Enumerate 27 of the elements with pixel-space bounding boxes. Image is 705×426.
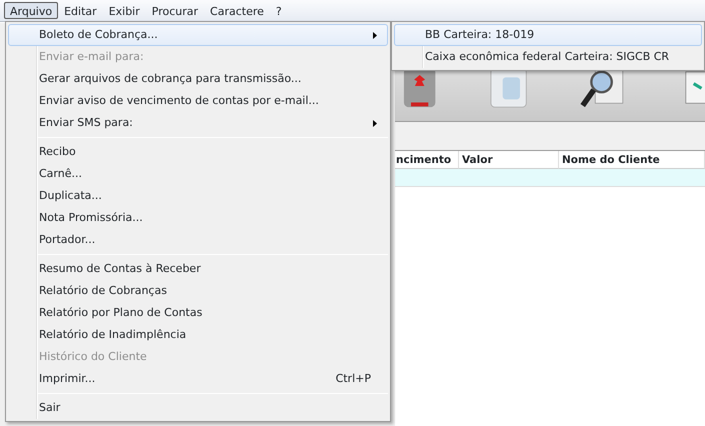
menu-item[interactable]: Relatório de Cobranças [8,280,388,302]
shortcut-label: Ctrl+P [336,370,372,387]
menu-item[interactable]: Imprimir... Ctrl+P [8,368,388,390]
menu-item[interactable]: Sair [8,397,388,419]
menu-bar-item[interactable]: Procurar [146,2,204,19]
menu-item[interactable]: Relatório por Plano de Contas [8,302,388,324]
menu-item[interactable]: Relatório de Inadimplência [8,324,388,346]
menu-item[interactable]: Resumo de Contas à Receber [8,258,388,280]
menu-bar-item[interactable]: Caractere [204,2,270,19]
menu-item[interactable]: Boleto de Cobrança... [8,24,388,46]
column-header[interactable]: Valor [459,151,559,169]
menu-item[interactable]: Nota Promissória... [8,207,388,229]
menu-item[interactable]: Caixa econômica federal Carteira: SIGCB CR [394,46,702,68]
menu-item[interactable]: Enviar SMS para: [8,112,388,134]
menu-item[interactable]: Portador... [8,229,388,251]
menu-item[interactable]: Gerar arquivos de cobrança para transmissão... [8,68,388,90]
column-header[interactable]: ncimento [393,151,459,169]
menu-item[interactable]: BB Carteira: 18-019 [394,24,702,46]
menu-bar-item[interactable]: Arquivo [4,2,58,19]
menu-item[interactable]: Enviar aviso de vencimento de contas por e-mail... [8,90,388,112]
menu-bar-item[interactable]: Exibir [102,2,146,19]
menu-item[interactable]: Duplicata... [8,185,388,207]
menu-item[interactable]: Recibo [8,141,388,163]
menu-bar-item[interactable]: ? [270,2,288,19]
menu-bar-item[interactable]: Editar [58,2,103,19]
column-header[interactable]: Nome do Cliente [559,151,705,169]
menu-item[interactable]: Carnê... [8,163,388,185]
